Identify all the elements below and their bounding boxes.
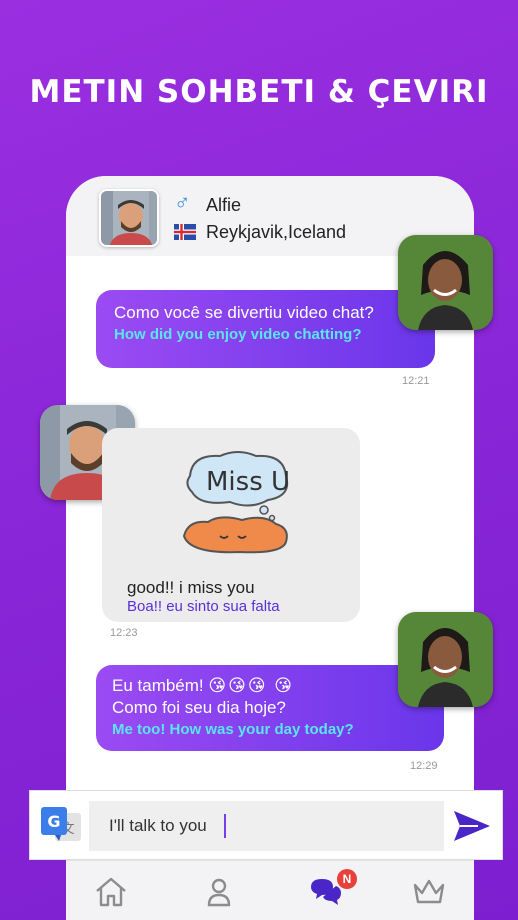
bottom-tab-bar: N bbox=[66, 860, 474, 920]
miss-you-sticker: Miss U bbox=[182, 451, 290, 554]
message-original-line1: Eu também! bbox=[112, 676, 204, 695]
text-caret bbox=[224, 814, 226, 838]
message-input[interactable] bbox=[89, 801, 444, 851]
message-time: 12:29 bbox=[410, 760, 438, 772]
message-translation: Me too! How was your day today? bbox=[112, 721, 354, 738]
sticker-text: Miss U bbox=[206, 467, 290, 497]
contact-name: Alfie bbox=[206, 195, 242, 215]
message-composer: 文 G bbox=[29, 790, 503, 860]
message-bubble-outgoing[interactable]: Como você se divertiu video chat? How di… bbox=[96, 290, 435, 368]
notification-badge: N bbox=[337, 869, 357, 889]
user-avatar[interactable] bbox=[398, 235, 493, 330]
google-translate-icon[interactable]: 文 G bbox=[41, 807, 83, 843]
svg-text:G: G bbox=[47, 812, 60, 831]
message-time: 12:23 bbox=[110, 627, 138, 639]
user-avatar[interactable] bbox=[398, 612, 493, 707]
message-original: Como você se divertiu video chat? bbox=[114, 303, 374, 322]
headline: METIN SOHBETI & ÇEVIRI bbox=[29, 74, 489, 110]
crown-icon[interactable] bbox=[412, 875, 446, 909]
message-translation: How did you enjoy video chatting? bbox=[114, 326, 362, 343]
message-bubble-incoming[interactable]: Miss U good!! i miss you Boa!! eu sinto … bbox=[102, 428, 360, 622]
send-icon[interactable] bbox=[452, 809, 492, 843]
message-translation: Boa!! eu sinto sua falta bbox=[127, 598, 280, 615]
male-sign-icon: ♂ bbox=[174, 190, 191, 215]
kiss-emoji-icon: 😘😘😘 😘 bbox=[208, 676, 295, 695]
message-original: good!! i miss you bbox=[127, 578, 255, 597]
message-original-line2: Como foi seu dia hoje? bbox=[112, 698, 286, 717]
profile-icon[interactable] bbox=[202, 875, 236, 909]
contact-location: Reykjavik,Iceland bbox=[206, 222, 347, 242]
contact-avatar[interactable] bbox=[99, 189, 159, 247]
iceland-flag-icon bbox=[174, 224, 196, 240]
message-bubble-outgoing[interactable]: Eu também! 😘😘😘 😘 Como foi seu dia hoje? … bbox=[96, 665, 444, 751]
home-icon[interactable] bbox=[94, 875, 128, 909]
message-time: 12:21 bbox=[402, 375, 430, 387]
